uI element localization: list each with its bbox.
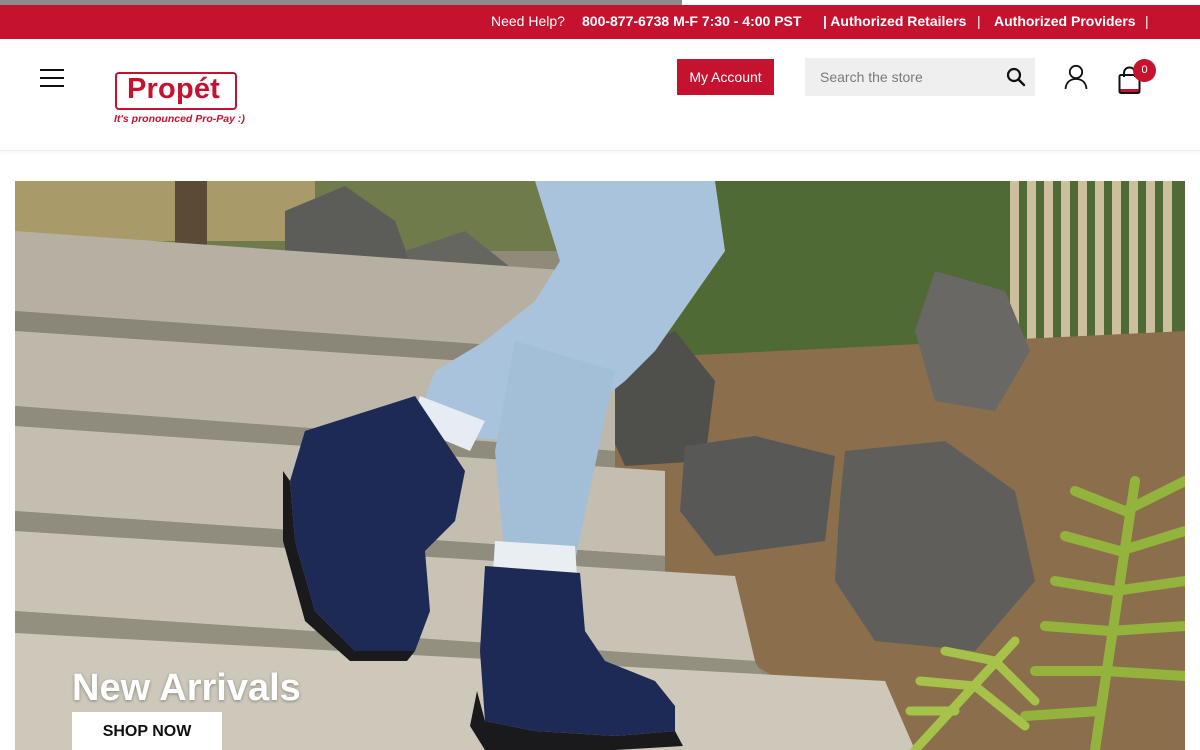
user-icon[interactable] <box>1064 64 1088 90</box>
shop-now-button[interactable]: SHOP NOW <box>72 712 222 750</box>
topbar-separator: | <box>977 13 981 29</box>
authorized-retailers-link[interactable]: | Authorized Retailers <box>823 13 966 29</box>
hero-title: New Arrivals <box>72 667 301 709</box>
need-help-label: Need Help? <box>491 13 565 29</box>
authorized-providers-link[interactable]: Authorized Providers <box>994 13 1136 29</box>
search-icon[interactable] <box>1006 67 1026 87</box>
propet-logo[interactable]: Propét It's pronounced Pro-Pay :) <box>113 71 245 129</box>
logo-wordmark: Propét <box>127 73 221 105</box>
hero-photo <box>15 181 1185 750</box>
search-input[interactable] <box>805 58 995 96</box>
my-account-button[interactable]: My Account <box>677 59 774 95</box>
hamburger-icon[interactable] <box>40 69 64 87</box>
topbar-separator: | <box>1145 13 1149 29</box>
cart-button[interactable]: 0 <box>1116 58 1160 98</box>
search-box <box>805 58 1035 96</box>
site-header: Propét It's pronounced Pro-Pay :) My Acc… <box>0 39 1200 151</box>
hero-banner[interactable]: New Arrivals SHOP NOW <box>15 181 1185 750</box>
top-announcement-bar: Need Help? 800-877-6738 M-F 7:30 - 4:00 … <box>0 5 1200 39</box>
phone-hours-link[interactable]: 800-877-6738 M-F 7:30 - 4:00 PST <box>582 13 801 29</box>
cart-count-badge: 0 <box>1133 59 1156 82</box>
logo-tagline: It's pronounced Pro-Pay :) <box>114 113 245 125</box>
